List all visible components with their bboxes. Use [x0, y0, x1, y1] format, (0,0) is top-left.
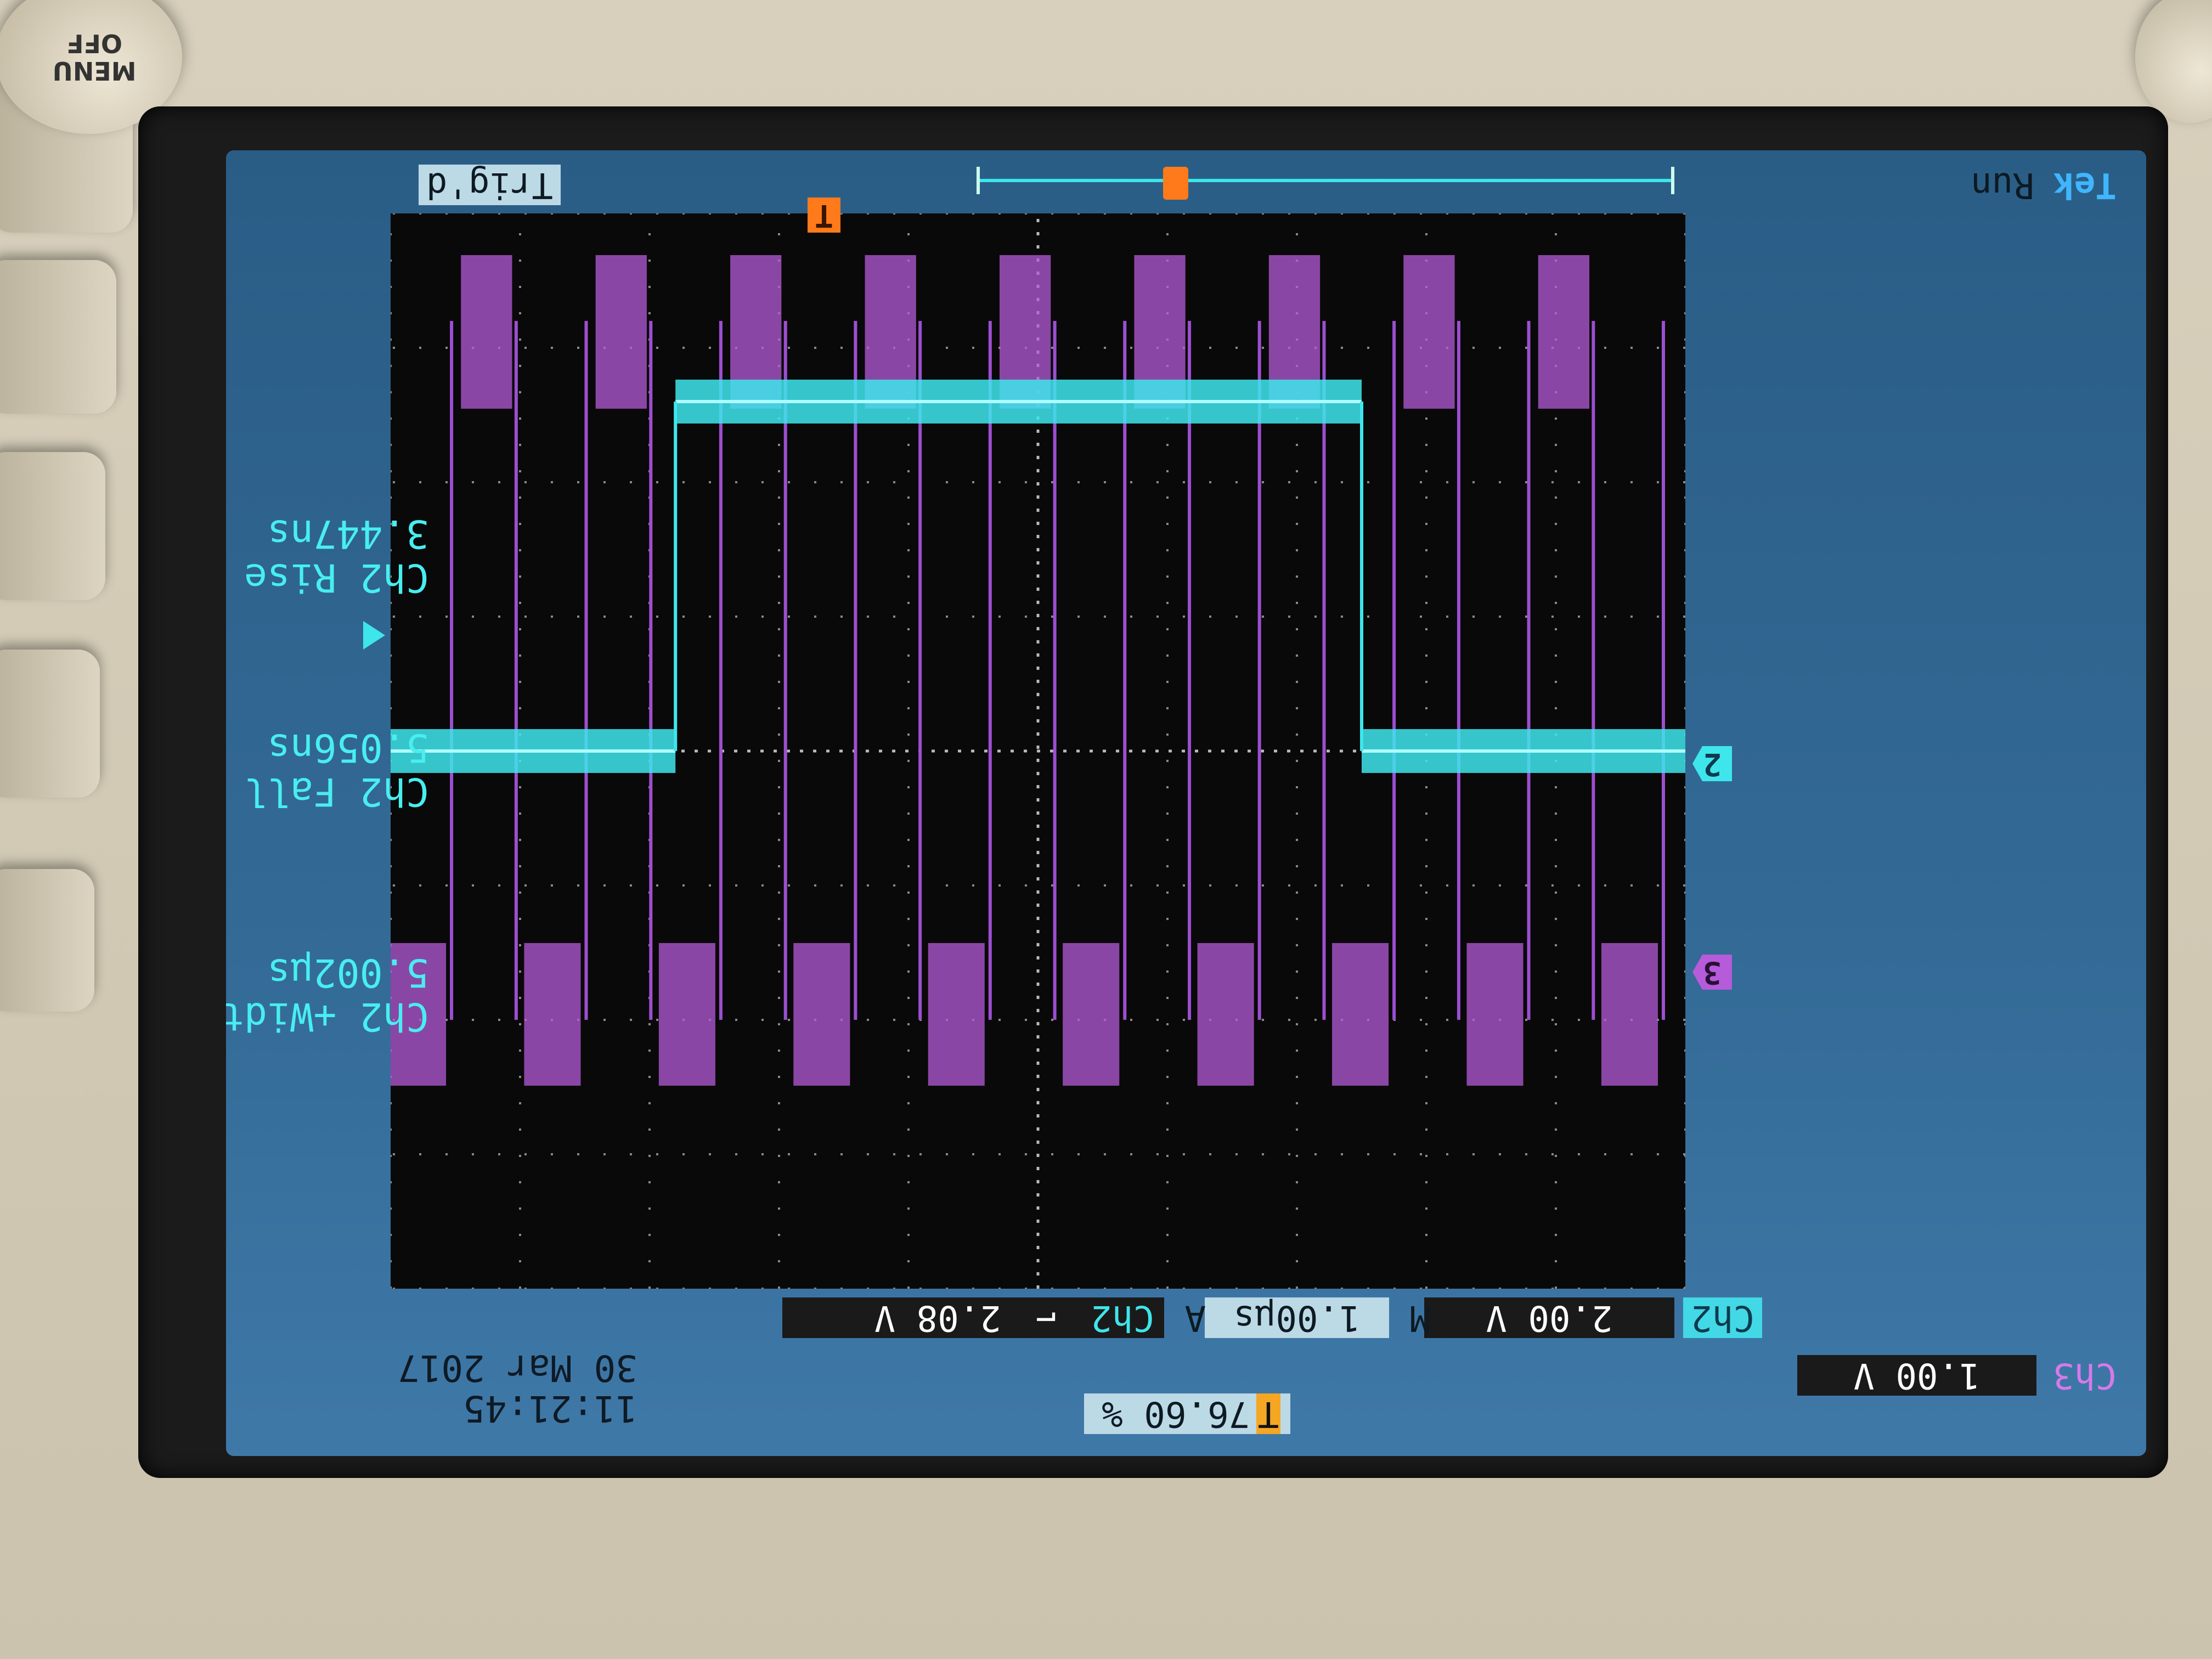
ch3-label: Ch3: [2053, 1355, 2117, 1396]
menu-button-2[interactable]: [0, 260, 116, 414]
measurement-1-label: Ch2 Fall: [244, 769, 429, 814]
trigger-position-value: 76.60 %: [1102, 1393, 1250, 1434]
measurement-0-value: 5.002µs: [267, 950, 429, 995]
ch3-low-ringing: [461, 255, 512, 409]
ch2-label: Ch2: [1683, 1297, 1762, 1338]
ch3-high-ringing: [1063, 943, 1120, 1086]
ch3-low-ringing: [1403, 255, 1455, 409]
brand-logo: Tek: [2053, 165, 2117, 205]
measurement-2-label: Ch2 Rise: [244, 555, 429, 600]
menu-button-5[interactable]: [0, 869, 94, 1012]
rotated-photo-content: MENU OFF 30 Mar 2017 11:21:45 T76.60 % C…: [0, 0, 2212, 1659]
trigger-state: Trig'd: [418, 165, 561, 205]
corner-knob[interactable]: [2135, 0, 2212, 123]
status-bar: Tek Run Trig'd: [226, 150, 2146, 216]
date-readout: 30 Mar 2017: [397, 1347, 637, 1389]
timebase-prefix: M: [1409, 1297, 1431, 1338]
time-readout: 11:21:45: [463, 1387, 637, 1430]
trigger-position-readout: T76.60 %: [1084, 1393, 1290, 1434]
ch3-high-ringing: [793, 943, 850, 1086]
measurement-2-value: 3.447ns: [267, 511, 429, 556]
ch3-high-ringing: [1466, 943, 1523, 1086]
timebase-readout: 1.00µs: [1205, 1297, 1389, 1338]
waveform-plot: [391, 213, 1685, 1289]
ch2-scale-readout: 2.00 V: [1424, 1297, 1674, 1338]
menu-off-label: MENU OFF: [52, 29, 137, 86]
ch3-low-ringing: [595, 255, 647, 409]
run-state: Run: [1971, 165, 2034, 205]
graticule: [391, 213, 1685, 1289]
trigger-T-icon: T: [1256, 1393, 1280, 1434]
falling-edge-icon: ⌐: [1035, 1297, 1057, 1338]
ch3-high-ringing: [1197, 943, 1254, 1086]
trigger-level-marker: [363, 621, 385, 650]
ch3-high-ringing: [524, 943, 581, 1086]
measurement-0-label: Ch2 +Width: [226, 994, 429, 1039]
ch3-low-ringing: [1538, 255, 1590, 409]
trigger-readout: Ch2 ⌐ 2.08 V: [782, 1297, 1164, 1338]
ch3-high-ringing: [658, 943, 715, 1086]
record-trigger-icon: [1163, 167, 1188, 200]
record-view-line: [980, 179, 1671, 182]
ch3-marker: 3: [1692, 955, 1732, 990]
menu-button-3[interactable]: [0, 452, 105, 600]
ch3-scale-readout: 1.00 V: [1797, 1355, 2036, 1396]
oscilloscope-screen: 30 Mar 2017 11:21:45 T76.60 % Ch3 1.00 V…: [226, 150, 2146, 1456]
measurement-1-value: 5.056ns: [267, 725, 429, 770]
trigger-source: Ch2: [1091, 1297, 1154, 1338]
record-view-bar: [977, 167, 1674, 200]
trigger-level: 2.08 V: [874, 1297, 1001, 1338]
ch2-marker: 2: [1692, 746, 1732, 781]
ch3-high-ringing: [1601, 943, 1658, 1086]
display-frame: 30 Mar 2017 11:21:45 T76.60 % Ch3 1.00 V…: [138, 106, 2168, 1478]
trigger-prefix: A: [1184, 1297, 1206, 1338]
ch3-high-ringing: [1332, 943, 1389, 1086]
ch3-high-ringing: [928, 943, 985, 1086]
menu-button-4[interactable]: [0, 650, 100, 798]
